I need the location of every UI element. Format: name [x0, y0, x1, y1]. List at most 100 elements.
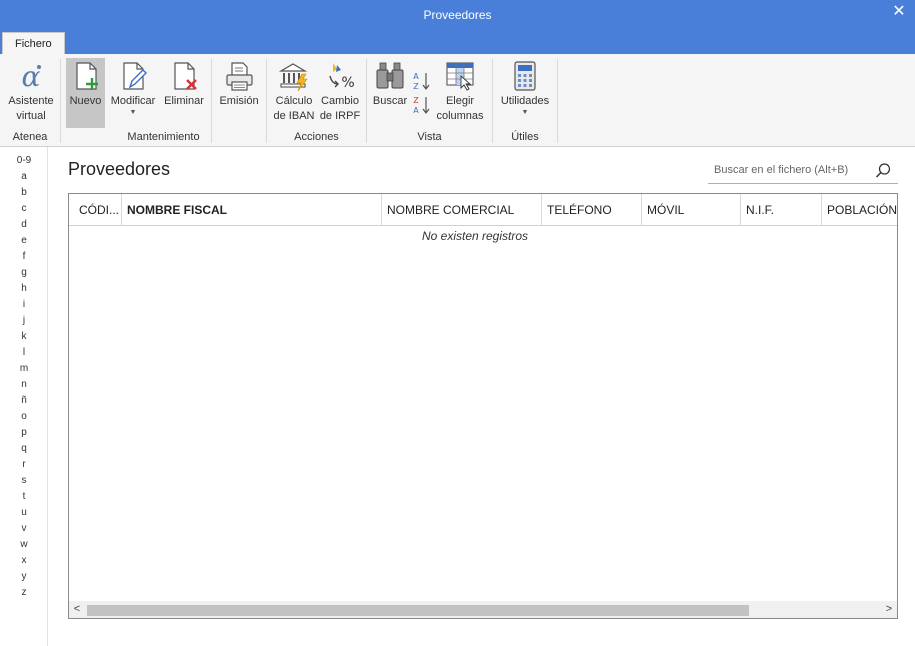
- alphabet-index-item[interactable]: o: [0, 409, 48, 425]
- sort-ascending-button[interactable]: A Z: [411, 70, 431, 92]
- modificar-button[interactable]: Modificar ▼: [107, 58, 159, 128]
- column-header-poblacion[interactable]: POBLACIÓN: [822, 194, 897, 226]
- sort-az-top: A: [413, 72, 419, 81]
- alphabet-index-item[interactable]: w: [0, 537, 48, 553]
- column-header-telefono[interactable]: TELÉFONO: [542, 194, 642, 226]
- alphabet-index-item[interactable]: u: [0, 505, 48, 521]
- search-input[interactable]: [708, 158, 868, 182]
- sort-za-bottom: A: [413, 106, 419, 115]
- nuevo-label: Nuevo: [69, 95, 102, 107]
- percent-icon: %: [329, 63, 355, 91]
- scrollbar-thumb[interactable]: [87, 605, 749, 616]
- elegir-columnas-label-2: columnas: [436, 110, 484, 122]
- utilidades-button[interactable]: Utilidades ▼: [497, 58, 553, 128]
- alphabet-index-item[interactable]: h: [0, 281, 48, 297]
- alphabet-index-item[interactable]: 0-9: [0, 153, 48, 169]
- edit-document-icon: [123, 62, 147, 90]
- search-icon[interactable]: [874, 162, 892, 180]
- search-box: [708, 158, 898, 184]
- group-label-utiles: Útiles: [511, 131, 539, 143]
- eliminar-label: Eliminar: [164, 95, 204, 107]
- column-header-nif[interactable]: N.I.F.: [741, 194, 822, 226]
- elegir-columnas-label-1: Elegir: [445, 95, 475, 107]
- sort-descending-icon: Z A: [413, 96, 430, 115]
- scroll-left-icon[interactable]: <: [69, 601, 85, 618]
- page-title: Proveedores: [68, 159, 171, 179]
- alphabet-index-item[interactable]: m: [0, 361, 48, 377]
- svg-text:α: α: [22, 60, 41, 92]
- alphabet-index-item[interactable]: r: [0, 457, 48, 473]
- nuevo-button[interactable]: Nuevo: [66, 58, 105, 128]
- utilidades-dropdown-icon: ▼: [521, 109, 529, 116]
- tab-fichero[interactable]: Fichero: [2, 32, 65, 54]
- alphabet-index-item[interactable]: l: [0, 345, 48, 361]
- scroll-right-icon[interactable]: >: [881, 601, 897, 618]
- buscar-button[interactable]: Buscar: [371, 58, 409, 128]
- alphabet-index-item[interactable]: c: [0, 201, 48, 217]
- columns-icon: [446, 62, 474, 91]
- alphabet-index-item[interactable]: n: [0, 377, 48, 393]
- close-button[interactable]: ✕: [891, 2, 907, 24]
- alphabet-index: 0-9 a b c d e f g h i j k l m n ñ o p q r s t u v w x y z: [0, 147, 48, 646]
- cambio-irpf-label-2: de IRPF: [319, 110, 361, 122]
- alphabet-index-item[interactable]: i: [0, 297, 48, 313]
- alphabet-index-item[interactable]: j: [0, 313, 48, 329]
- alphabet-index-item[interactable]: b: [0, 185, 48, 201]
- buscar-label: Buscar: [372, 95, 408, 107]
- emision-button[interactable]: Emisión: [216, 58, 262, 128]
- alphabet-index-item[interactable]: f: [0, 249, 48, 265]
- elegir-columnas-button[interactable]: Elegir columnas: [433, 58, 487, 128]
- calculo-iban-button[interactable]: Cálculo de IBAN: [272, 58, 316, 128]
- alphabet-index-item[interactable]: k: [0, 329, 48, 345]
- sort-descending-button[interactable]: Z A: [411, 94, 431, 116]
- asistente-virtual-button[interactable]: α Asistente virtual: [4, 58, 58, 128]
- svg-text:%: %: [341, 75, 354, 91]
- asistente-label-1: Asistente: [8, 95, 54, 107]
- group-label-mantenimiento: Mantenimiento: [127, 131, 200, 143]
- calculo-iban-label-2: de IBAN: [273, 110, 315, 122]
- printer-icon: [226, 62, 253, 91]
- alphabet-index-item[interactable]: a: [0, 169, 48, 185]
- alphabet-index-item[interactable]: d: [0, 217, 48, 233]
- alphabet-index-item[interactable]: p: [0, 425, 48, 441]
- alphabet-index-item[interactable]: z: [0, 585, 48, 601]
- group-label-acciones: Acciones: [294, 131, 339, 143]
- ribbon-tab-row: Fichero: [0, 30, 915, 54]
- alphabet-index-item[interactable]: q: [0, 441, 48, 457]
- column-header-movil[interactable]: MÓVIL: [642, 194, 741, 226]
- alphabet-index-item[interactable]: x: [0, 553, 48, 569]
- group-separator: [557, 59, 558, 143]
- group-label-vista: Vista: [417, 131, 442, 143]
- window-title: Proveedores: [423, 8, 492, 22]
- emision-label: Emisión: [219, 95, 259, 107]
- sort-az-bottom: Z: [413, 82, 419, 91]
- alphabet-index-item[interactable]: ñ: [0, 393, 48, 409]
- alphabet-index-item[interactable]: s: [0, 473, 48, 489]
- binoculars-icon: [376, 62, 404, 89]
- data-grid: CÓDI... NOMBRE FISCAL NOMBRE COMERCIAL T…: [68, 193, 898, 619]
- alphabet-index-item[interactable]: v: [0, 521, 48, 537]
- eliminar-button[interactable]: Eliminar: [161, 58, 207, 128]
- column-header-nombre-comercial[interactable]: NOMBRE COMERCIAL: [382, 194, 542, 226]
- utilidades-label: Utilidades: [500, 95, 550, 107]
- ribbon: α Asistente virtual Nuevo Modificar ▼ El…: [0, 54, 915, 147]
- alphabet-index-item[interactable]: t: [0, 489, 48, 505]
- column-header-nombre-fiscal[interactable]: NOMBRE FISCAL: [122, 194, 382, 226]
- sort-ascending-icon: A Z: [413, 72, 430, 91]
- modificar-label: Modificar: [110, 95, 156, 107]
- alphabet-index-item[interactable]: y: [0, 569, 48, 585]
- sort-za-top: Z: [413, 96, 419, 105]
- grid-header: CÓDI... NOMBRE FISCAL NOMBRE COMERCIAL T…: [69, 194, 897, 226]
- alphabet-index-item[interactable]: e: [0, 233, 48, 249]
- close-icon: ✕: [892, 3, 906, 20]
- modificar-dropdown-icon: ▼: [129, 109, 137, 116]
- new-document-icon: [75, 62, 98, 90]
- calculo-iban-label-1: Cálculo: [275, 95, 313, 107]
- asistente-label-2: virtual: [16, 110, 46, 122]
- column-header-codigo[interactable]: CÓDI...: [69, 194, 122, 226]
- alphabet-index-item[interactable]: g: [0, 265, 48, 281]
- group-label-atenea: Atenea: [12, 131, 48, 143]
- alpha-assistant-icon: α: [22, 60, 41, 92]
- cambio-irpf-button[interactable]: % Cambio de IRPF: [318, 58, 362, 128]
- horizontal-scrollbar[interactable]: < >: [69, 601, 897, 618]
